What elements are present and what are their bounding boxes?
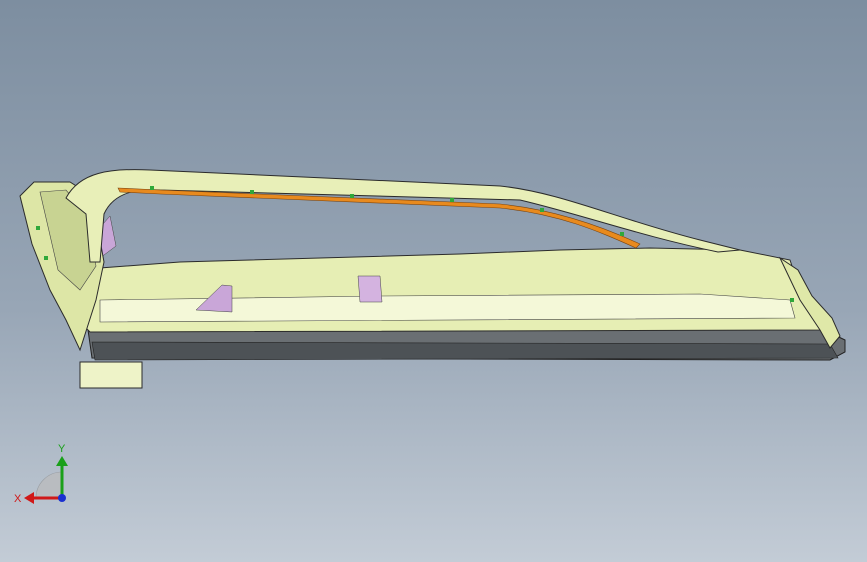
- model-base-lower: [91, 341, 839, 361]
- clip: [540, 208, 544, 212]
- model-purple-patch-2: [357, 275, 383, 303]
- model-orange-trim: [117, 187, 641, 249]
- door-frame-model[interactable]: [0, 0, 867, 562]
- clip: [250, 190, 254, 194]
- x-axis-arrowhead: [24, 492, 34, 504]
- clip: [350, 194, 354, 198]
- axis-triad: Y X: [14, 443, 68, 505]
- clip: [620, 232, 624, 236]
- x-axis-label: X: [14, 493, 22, 505]
- y-axis-label: Y: [58, 443, 66, 455]
- model-bottom-block: [79, 361, 143, 389]
- y-axis-arrowhead: [56, 456, 68, 466]
- clip: [790, 298, 794, 302]
- clip: [450, 198, 454, 202]
- clip: [44, 256, 48, 260]
- clip: [36, 226, 40, 230]
- cad-viewport[interactable]: Y X: [0, 0, 867, 562]
- z-axis-dot: [58, 494, 66, 502]
- triad-base-wedge: [35, 471, 63, 499]
- clip: [150, 186, 154, 190]
